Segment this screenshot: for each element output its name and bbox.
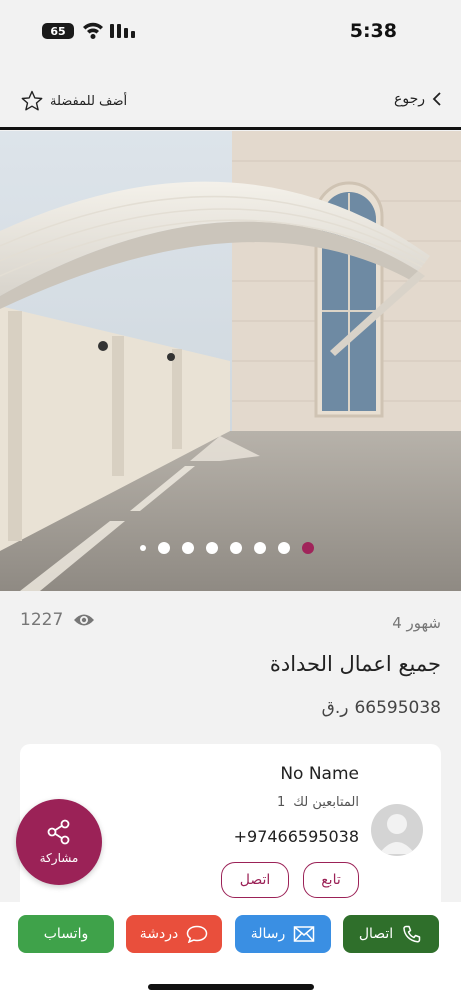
pagination-dot[interactable] xyxy=(158,542,170,554)
listing-age: 4 شهور xyxy=(392,614,441,632)
listing-title: جميع اعمال الحدادة xyxy=(269,652,441,676)
share-button[interactable]: مشاركة xyxy=(16,799,102,885)
envelope-icon xyxy=(294,926,315,942)
seller-call-button[interactable]: اتصل xyxy=(221,862,289,898)
listing-photo xyxy=(0,131,461,591)
add-to-favorites-button[interactable]: أضف للمفضلة xyxy=(20,89,127,113)
chat-bubble-icon xyxy=(186,925,208,943)
listing-image-gallery[interactable] xyxy=(0,131,461,591)
pagination-dot[interactable] xyxy=(206,542,218,554)
whatsapp-label: واتساب xyxy=(43,926,89,942)
back-label: رجوع xyxy=(393,91,425,107)
message-button[interactable]: رسالة xyxy=(235,915,331,953)
home-indicator[interactable] xyxy=(148,984,314,990)
avatar[interactable] xyxy=(371,804,423,856)
chevron-left-icon xyxy=(432,92,441,106)
whatsapp-button[interactable]: واتساب xyxy=(18,915,114,953)
pagination-dot[interactable] xyxy=(140,545,146,551)
chat-button[interactable]: دردشة xyxy=(126,915,222,953)
followers-count: 1 xyxy=(276,795,286,810)
listing-price: ر.ق 66595038 xyxy=(322,698,441,718)
follow-button[interactable]: تابع xyxy=(303,862,359,898)
followers-info: 1 المتابعين لك xyxy=(277,795,359,810)
call-button[interactable]: اتصال xyxy=(343,915,439,953)
favorite-label: أضف للمفضلة xyxy=(50,93,128,109)
star-icon xyxy=(21,90,43,111)
phone-icon xyxy=(403,925,421,943)
followers-label: المتابعين لك xyxy=(293,795,359,810)
seller-name[interactable]: No Name xyxy=(280,764,359,784)
share-icon xyxy=(47,819,70,845)
seller-phone[interactable]: +97466595038 xyxy=(234,827,359,846)
user-placeholder-icon xyxy=(379,814,415,854)
message-label: رسالة xyxy=(250,926,286,942)
listing-meta: 1227 4 شهور xyxy=(20,610,441,634)
bottom-action-bar: واتساب دردشة رسالة اتصال xyxy=(0,902,461,1000)
cellular-signal-icon xyxy=(110,22,136,38)
view-count-value: 1227 xyxy=(20,610,64,630)
back-button[interactable]: رجوع xyxy=(394,91,443,107)
pagination-dot[interactable] xyxy=(254,542,266,554)
pagination-dot[interactable] xyxy=(182,542,194,554)
price-value: 66595038 xyxy=(354,698,441,718)
wifi-icon xyxy=(83,22,103,39)
price-currency: ر.ق xyxy=(321,698,349,718)
call-label: اتصال xyxy=(358,926,394,942)
battery-indicator: 65 xyxy=(42,23,74,39)
gallery-pagination xyxy=(140,542,314,554)
status-time: 5:38 xyxy=(349,20,397,42)
chat-label: دردشة xyxy=(139,926,179,942)
view-count: 1227 xyxy=(20,610,95,630)
pagination-dot-active[interactable] xyxy=(302,542,314,554)
eye-icon xyxy=(74,614,95,626)
pagination-dot[interactable] xyxy=(230,542,242,554)
navigation-bar: رجوع أضف للمفضلة xyxy=(0,62,461,130)
share-label: مشاركة xyxy=(39,851,79,865)
status-bar: 65 5:38 xyxy=(0,0,461,62)
pagination-dot[interactable] xyxy=(278,542,290,554)
battery-level: 65 xyxy=(50,24,66,38)
